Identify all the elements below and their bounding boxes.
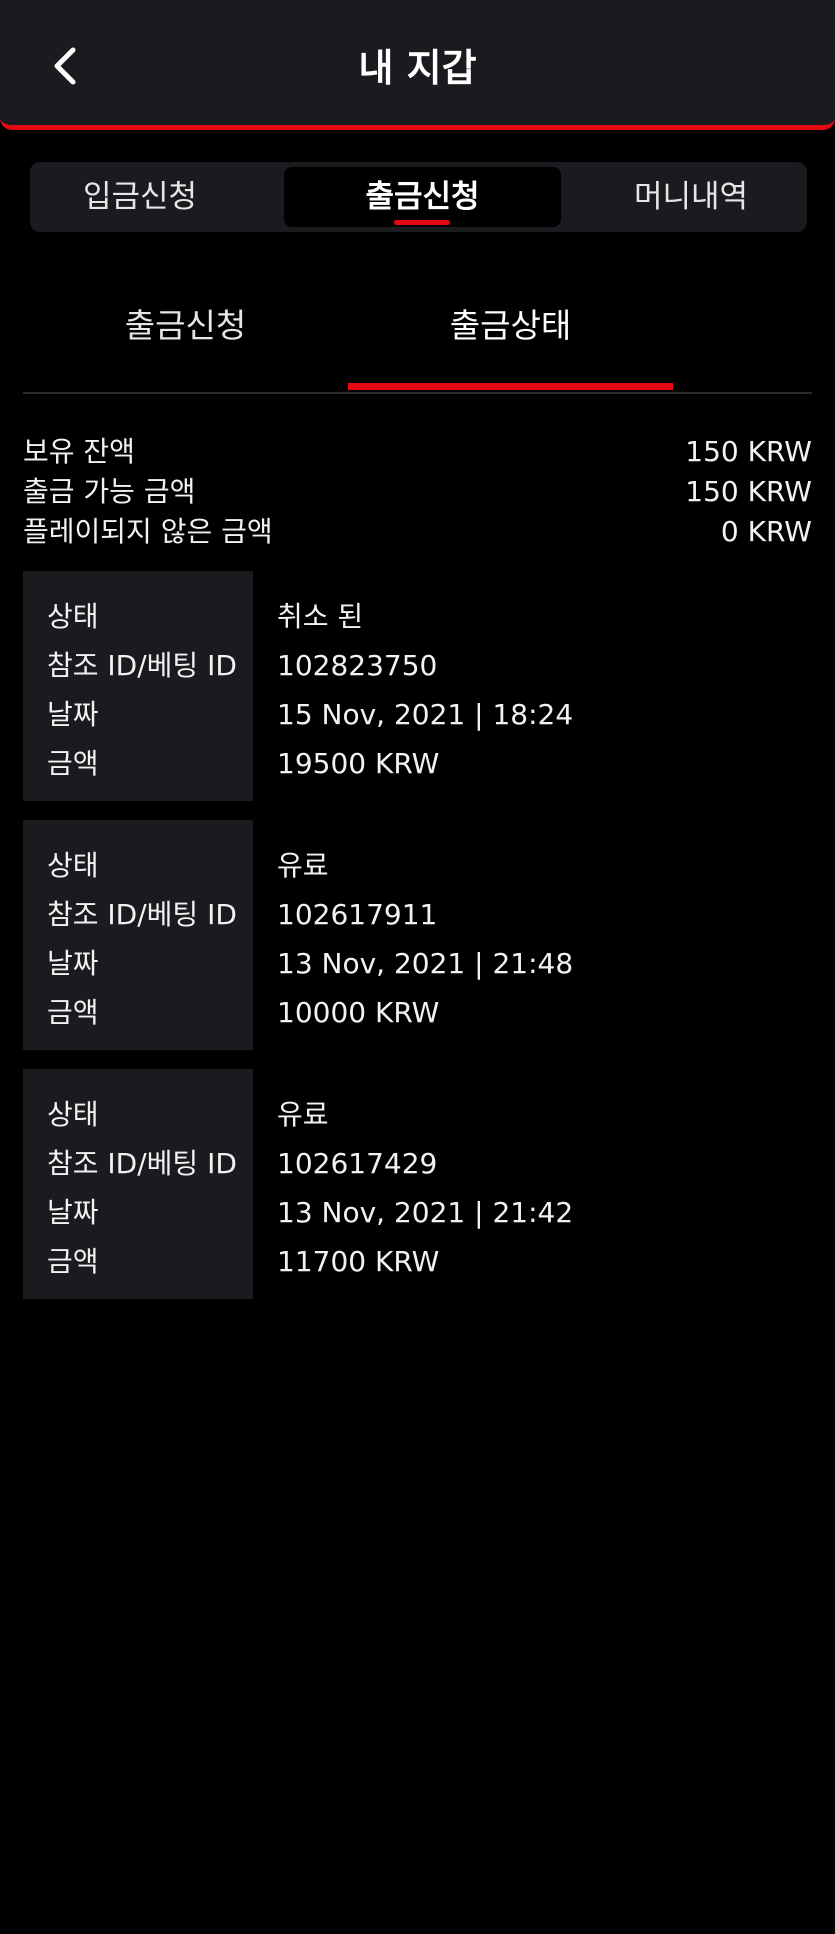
reference-value: 102617429 [277, 1147, 438, 1180]
date-value: 13 Nov, 2021 | 21:42 [277, 1196, 574, 1229]
tab-withdraw-request-label: 출금신청 [365, 179, 480, 215]
reference-label: 참조 ID/베팅 ID [47, 898, 237, 931]
reference-value: 102617911 [277, 898, 438, 931]
date-value: 13 Nov, 2021 | 21:48 [277, 947, 574, 980]
amount-value: 19500 KRW [277, 747, 440, 780]
withdrawable-value: 150 KRW [685, 475, 812, 508]
date-label: 날짜 [47, 947, 99, 980]
status-label: 상태 [47, 849, 99, 882]
date-label: 날짜 [47, 1196, 99, 1229]
withdrawable-row: 출금 가능 금액 150 KRW [23, 472, 812, 512]
date-value: 15 Nov, 2021 | 18:24 [277, 698, 574, 731]
reference-label: 참조 ID/베팅 ID [47, 649, 237, 682]
balance-row: 보유 잔액 150 KRW [23, 432, 812, 472]
status-value: 취소 된 [277, 600, 364, 633]
tab-withdraw-request[interactable]: 출금신청 [284, 167, 561, 227]
amount-label: 금액 [47, 996, 99, 1029]
amount-value: 11700 KRW [277, 1245, 440, 1278]
amount-label: 금액 [47, 1245, 99, 1278]
subtab-withdraw-status[interactable]: 출금상태 [348, 290, 673, 390]
balance-label: 보유 잔액 [23, 435, 135, 468]
status-value: 유료 [277, 849, 329, 882]
balance-summary: 보유 잔액 150 KRW 출금 가능 금액 150 KRW 플레이되지 않은 … [23, 432, 812, 552]
withdraw-record: 상태 취소 된 참조 ID/베팅 ID 102823750 날짜 15 Nov,… [23, 571, 812, 801]
tab-deposit-request[interactable]: 입금신청 [30, 167, 250, 227]
active-subtab-indicator [348, 383, 673, 390]
withdrawable-label: 출금 가능 금액 [23, 475, 196, 508]
reference-label: 참조 ID/베팅 ID [47, 1147, 237, 1180]
unplayed-value: 0 KRW [720, 515, 812, 548]
amount-value: 10000 KRW [277, 996, 440, 1029]
status-label: 상태 [47, 600, 99, 633]
balance-value: 150 KRW [685, 435, 812, 468]
withdraw-sub-tabs: 출금신청 출금상태 [23, 290, 812, 394]
reference-value: 102823750 [277, 649, 438, 682]
unplayed-label: 플레이되지 않은 금액 [23, 515, 273, 548]
active-tab-indicator [394, 220, 450, 225]
unplayed-row: 플레이되지 않은 금액 0 KRW [23, 512, 812, 552]
status-label: 상태 [47, 1098, 99, 1131]
withdraw-record: 상태 유료 참조 ID/베팅 ID 102617429 날짜 13 Nov, 2… [23, 1069, 812, 1299]
page-title: 내 지갑 [358, 46, 477, 90]
wallet-tabs: 입금신청 출금신청 머니내역 [30, 162, 807, 232]
date-label: 날짜 [47, 698, 99, 731]
status-value: 유료 [277, 1098, 329, 1131]
app-header: 내 지갑 [0, 0, 835, 130]
withdraw-record: 상태 유료 참조 ID/베팅 ID 102617911 날짜 13 Nov, 2… [23, 820, 812, 1050]
amount-label: 금액 [47, 747, 99, 780]
tab-money-history[interactable]: 머니내역 [575, 167, 807, 227]
subtab-withdraw-status-label: 출금상태 [449, 306, 572, 345]
subtab-withdraw-request[interactable]: 출금신청 [23, 290, 348, 390]
